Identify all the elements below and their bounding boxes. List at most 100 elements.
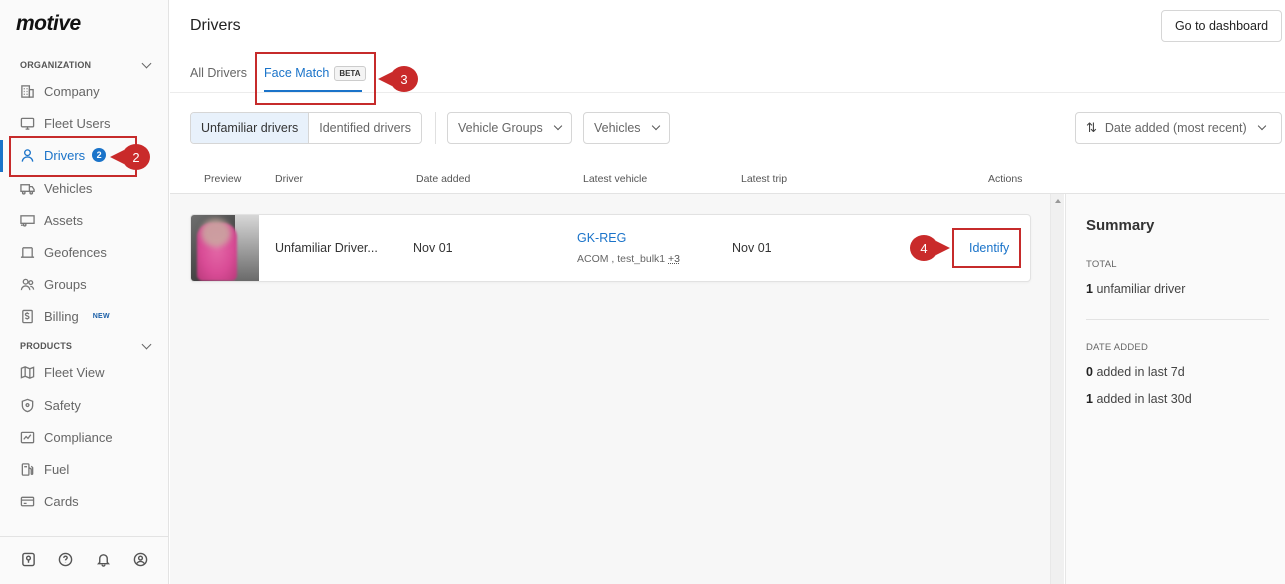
bell-icon[interactable] — [96, 552, 111, 570]
identified-drivers-toggle[interactable]: Identified drivers — [309, 113, 421, 143]
sidebar-item-label: Company — [44, 83, 100, 99]
vehicle-groups: ACOM , test_bulk1 +3 — [577, 253, 680, 265]
chevron-down-icon — [1257, 121, 1266, 131]
total-text: unfamiliar driver — [1096, 282, 1186, 296]
sidebar: motive ORGANIZATION Company Fleet Users … — [0, 0, 169, 584]
last-7d-count: 0 — [1086, 365, 1093, 379]
beta-badge: BETA — [334, 66, 366, 81]
sort-icon: ⇅ — [1086, 120, 1097, 135]
sidebar-item-cards[interactable]: Cards — [10, 487, 160, 515]
chevron-down-icon — [651, 121, 660, 131]
driver-name: Unfamiliar Driver... — [275, 241, 378, 255]
drivers-count-badge: 2 — [92, 148, 107, 162]
driver-face-preview[interactable] — [191, 215, 259, 281]
vehicles-dropdown[interactable]: Vehicles — [583, 112, 670, 144]
tab-face-match[interactable]: Face Match BETA — [264, 66, 366, 81]
organization-section-header[interactable]: ORGANIZATION — [20, 58, 152, 70]
dropdown-label: Vehicle Groups — [458, 121, 543, 135]
sort-dropdown[interactable]: ⇅ Date added (most recent) — [1075, 112, 1282, 144]
sidebar-item-label: Drivers — [44, 147, 86, 163]
sidebar-item-vehicles[interactable]: Vehicles — [10, 174, 160, 202]
building-icon — [20, 84, 35, 99]
products-section-header[interactable]: PRODUCTS — [20, 339, 152, 351]
column-header-date-added[interactable]: Date added — [416, 173, 470, 185]
motive-logo[interactable]: motive — [16, 12, 81, 36]
help-icon[interactable] — [58, 552, 73, 570]
products-label: PRODUCTS — [20, 341, 73, 351]
summary-title: Summary — [1086, 217, 1155, 234]
total-value: 1 unfamiliar driver — [1086, 282, 1185, 296]
map-pin-doc-icon[interactable] — [21, 552, 36, 570]
sidebar-item-fleet-users[interactable]: Fleet Users — [10, 109, 160, 137]
date-added: Nov 01 — [413, 241, 453, 255]
trailer-icon — [20, 213, 35, 228]
total-label: TOTAL — [1086, 259, 1117, 270]
billing-icon — [20, 309, 35, 324]
tab-all-drivers[interactable]: All Drivers — [190, 66, 247, 80]
step-number: 3 — [390, 66, 418, 92]
sidebar-item-drivers[interactable]: Drivers 2 — [10, 141, 160, 169]
new-badge: NEW — [92, 312, 110, 320]
chevron-down-icon[interactable] — [141, 58, 152, 68]
sidebar-item-compliance[interactable]: Compliance — [10, 423, 160, 451]
card-icon — [20, 494, 35, 509]
last-7d-text: added in last 7d — [1096, 365, 1185, 379]
sidebar-item-safety[interactable]: Safety — [10, 391, 160, 419]
sidebar-item-label: Compliance — [44, 429, 113, 445]
column-header-driver: Driver — [275, 173, 303, 185]
sidebar-item-label: Vehicles — [44, 180, 93, 196]
sidebar-item-billing[interactable]: Billing NEW — [10, 302, 160, 330]
dropdown-label: Date added (most recent) — [1104, 121, 1247, 135]
chevron-down-icon[interactable] — [141, 339, 152, 349]
window-shape — [235, 215, 259, 281]
sidebar-item-label: Geofences — [44, 244, 107, 260]
sidebar-item-geofences[interactable]: Geofences — [10, 238, 160, 266]
sidebar-item-label: Billing — [44, 308, 79, 324]
last-30d-value: 1 added in last 30d — [1086, 392, 1192, 406]
callout-pointer — [378, 72, 392, 86]
geofence-icon — [20, 245, 35, 260]
sidebar-footer — [0, 536, 169, 584]
vehicle-groups-dropdown[interactable]: Vehicle Groups — [447, 112, 572, 144]
sidebar-item-fuel[interactable]: Fuel — [10, 455, 160, 483]
latest-trip: Nov 01 — [732, 241, 772, 255]
unfamiliar-drivers-toggle[interactable]: Unfamiliar drivers — [191, 113, 310, 143]
column-header-preview: Preview — [204, 173, 242, 185]
last-7d-value: 0 added in last 7d — [1086, 365, 1185, 379]
table-row[interactable]: Unfamiliar Driver... Nov 01 GK-REG ACOM … — [190, 214, 1031, 282]
driver-type-toggle: Unfamiliar drivers Identified drivers — [190, 112, 422, 144]
account-icon[interactable] — [133, 552, 148, 570]
sidebar-item-label: Assets — [44, 212, 84, 228]
summary-panel — [1065, 194, 1285, 584]
sidebar-item-label: Safety — [44, 397, 81, 413]
sidebar-item-fleet-view[interactable]: Fleet View — [10, 358, 160, 386]
go-to-dashboard-button[interactable]: Go to dashboard — [1161, 10, 1282, 42]
sidebar-item-groups[interactable]: Groups — [10, 270, 160, 298]
last-30d-text: added in last 30d — [1096, 392, 1192, 406]
tab-label: Face Match — [264, 66, 330, 80]
tabs-divider — [170, 92, 1285, 93]
sidebar-item-label: Fleet View — [44, 364, 105, 380]
fuel-icon — [20, 462, 35, 477]
identify-button[interactable]: Identify — [969, 241, 1009, 255]
scroll-up-arrow[interactable] — [1055, 199, 1061, 203]
chevron-down-icon — [553, 121, 563, 131]
last-30d-count: 1 — [1086, 392, 1093, 406]
sidebar-item-company[interactable]: Company — [10, 77, 160, 105]
sidebar-item-label: Fleet Users — [44, 115, 111, 131]
summary-divider — [1086, 319, 1269, 320]
vehicle-link[interactable]: GK-REG — [577, 231, 626, 245]
more-groups-link[interactable]: +3 — [668, 253, 680, 265]
date-added-label: DATE ADDED — [1086, 342, 1149, 353]
column-header-latest-vehicle: Latest vehicle — [583, 173, 648, 185]
step-3-callout: 3 — [378, 66, 418, 92]
column-header-latest-trip: Latest trip — [741, 173, 788, 185]
blurred-head-shape — [201, 219, 231, 247]
truck-icon — [20, 181, 35, 196]
organization-label: ORGANIZATION — [20, 60, 92, 70]
sidebar-item-assets[interactable]: Assets — [10, 206, 160, 234]
sidebar-item-label: Cards — [44, 493, 79, 509]
active-indicator — [0, 140, 3, 172]
scrollbar[interactable] — [1050, 194, 1064, 584]
dropdown-label: Vehicles — [594, 121, 641, 135]
